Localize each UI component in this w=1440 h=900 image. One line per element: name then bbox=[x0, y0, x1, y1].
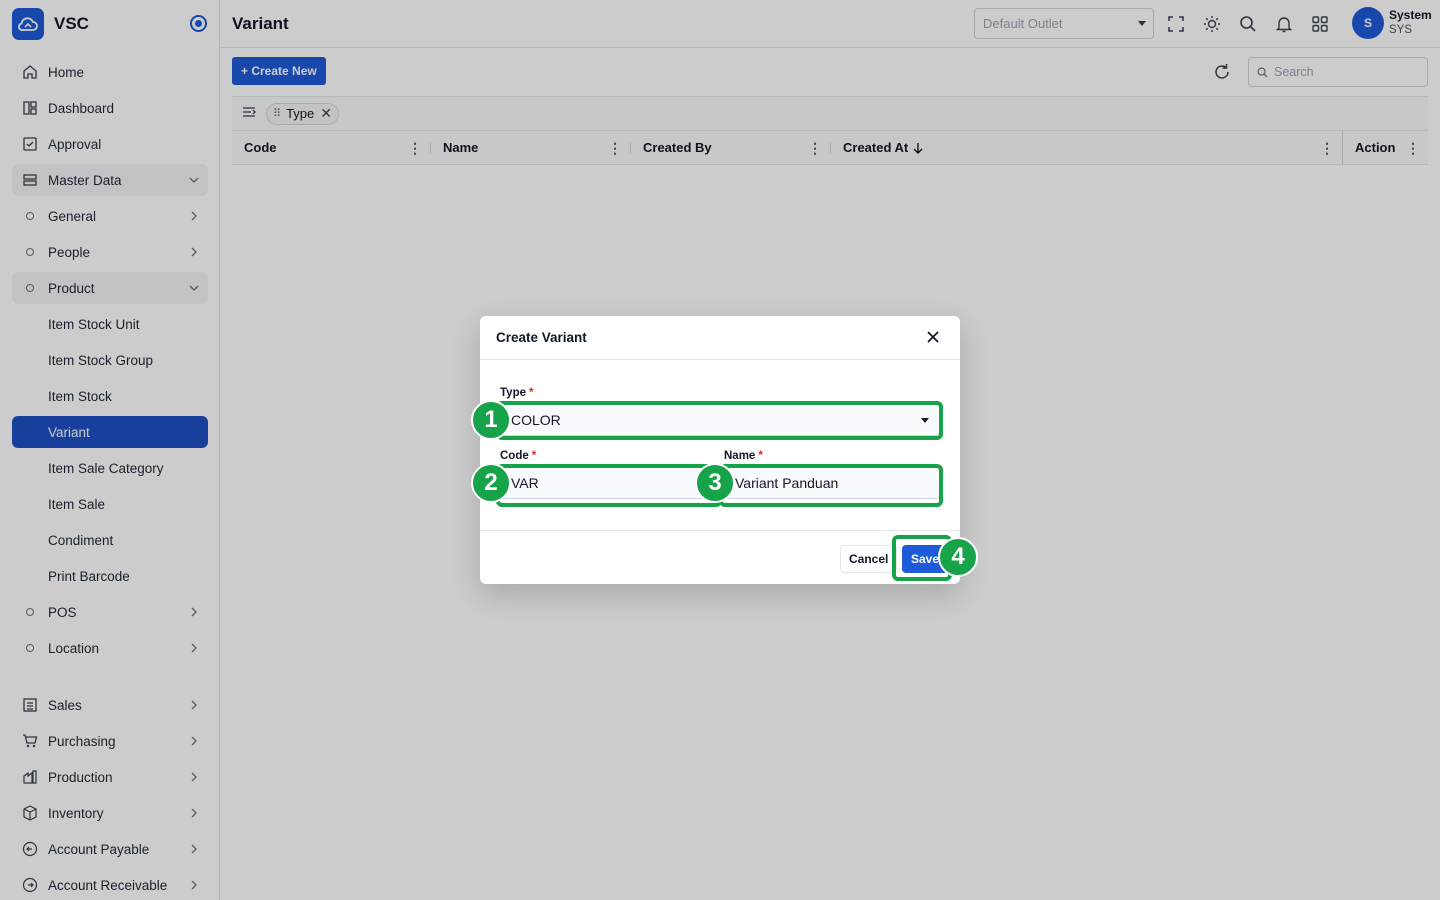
code-label-text: Code bbox=[500, 450, 529, 462]
required-mark: * bbox=[531, 450, 537, 462]
code-label: Code * bbox=[500, 450, 536, 462]
step-badge-4: 4 bbox=[938, 537, 978, 577]
type-label: Type * bbox=[500, 387, 533, 399]
step-badge-2: 2 bbox=[471, 463, 511, 503]
create-variant-dialog: Create Variant Type * COLOR Code * VAR Nam… bbox=[480, 316, 960, 584]
required-mark: * bbox=[529, 387, 534, 399]
dialog-footer-divider bbox=[480, 530, 960, 531]
type-label-text: Type bbox=[500, 387, 526, 399]
name-label: Name * bbox=[724, 450, 763, 462]
highlight-name-field bbox=[719, 464, 943, 507]
close-icon[interactable] bbox=[926, 330, 942, 346]
required-mark: * bbox=[758, 450, 763, 462]
dialog-title: Create Variant bbox=[496, 330, 587, 345]
step-badge-1: 1 bbox=[471, 400, 511, 440]
step-badge-3: 3 bbox=[695, 463, 735, 503]
highlight-type-field bbox=[496, 401, 943, 440]
cancel-button[interactable]: Cancel bbox=[840, 545, 898, 573]
highlight-code-field bbox=[496, 464, 722, 507]
name-label-text: Name bbox=[724, 450, 756, 462]
dialog-header: Create Variant bbox=[480, 316, 960, 360]
